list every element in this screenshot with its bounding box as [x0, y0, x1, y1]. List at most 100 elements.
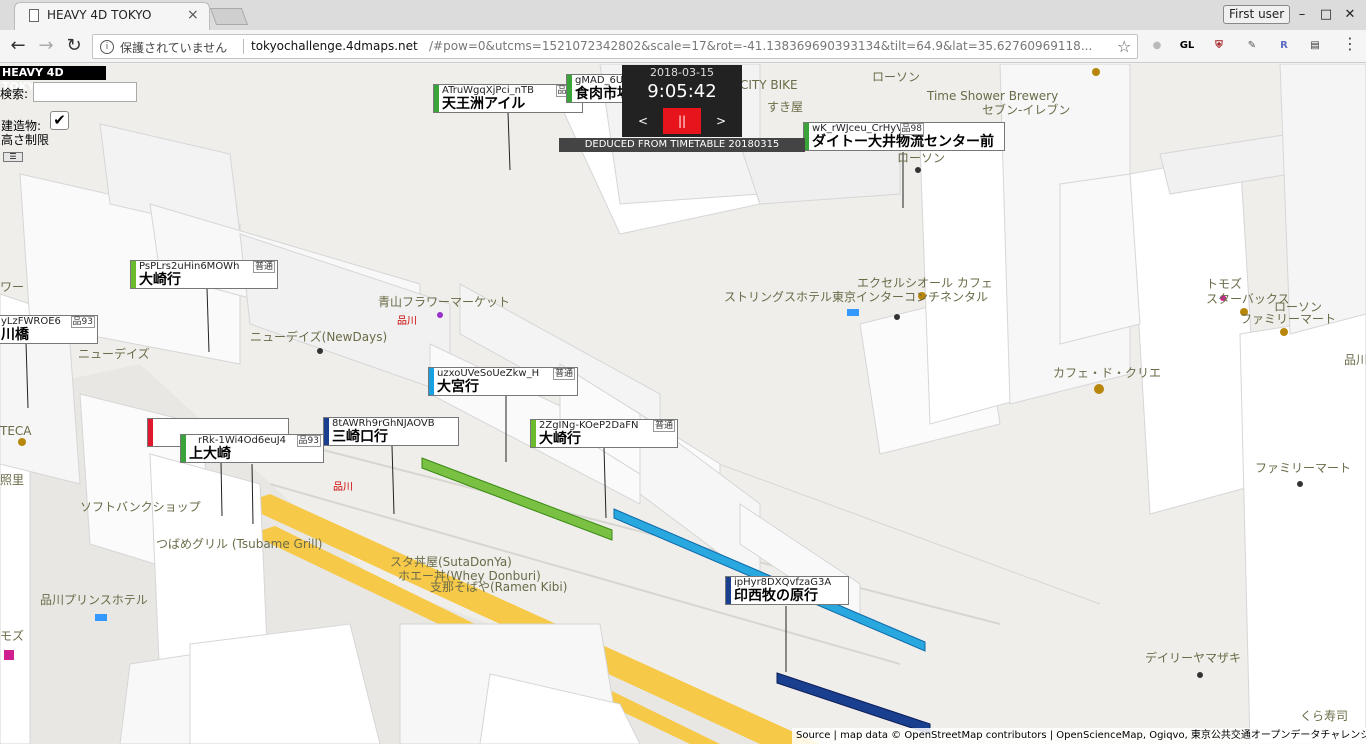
minimize-icon[interactable]: – [1292, 5, 1312, 25]
extension-gl-icon[interactable]: GL [1178, 38, 1196, 54]
train-destination: 大宮行 [437, 379, 479, 395]
train-line-color [434, 85, 439, 112]
maximize-icon[interactable]: □ [1316, 5, 1336, 25]
tab-title: HEAVY 4D TOKYO [47, 8, 152, 22]
train-line-color [131, 261, 136, 288]
train-label[interactable]: 2ZgINg-KOeP2DaFN 大崎行 普通 [530, 419, 678, 448]
map-label-prince-hotel: 品川プリンスホテル [40, 593, 148, 607]
train-label[interactable]: 8tAWRh9rGhNJAOVB 三崎口行 [323, 417, 459, 446]
train-destination: 印西牧の原行 [734, 588, 818, 604]
pause-button[interactable]: || [663, 108, 701, 134]
map-label-tower: ワー [0, 280, 25, 294]
clock-time: 9:05:42 [647, 81, 717, 102]
map-label-ramen-kibi: 支那そばや(Ramen Kibi) [430, 580, 568, 594]
map-label-familymart-2: ファミリーマート [1255, 461, 1352, 475]
map-label-city-bike: CITY BIKE [740, 78, 798, 92]
cast-icon[interactable]: ▤ [1306, 38, 1324, 54]
map-label-sukiya: すき屋 [767, 100, 804, 114]
train-line-color [148, 419, 153, 446]
train-label[interactable]: yLzFWROE6 川橋 品93 [0, 315, 98, 344]
train-label[interactable]: ipHyr8DXQvfzaG3A 印西牧の原行 [725, 576, 849, 605]
buildings-label-line1: 建造物: [1, 119, 42, 133]
extension-circle-icon[interactable]: ● [1148, 38, 1166, 54]
train-destination: 三崎口行 [332, 429, 388, 445]
url-path: /#pow=0&utcms=1521072342802&scale=17&rot… [429, 39, 1093, 53]
train-destination: ダイトー大井物流センター前 [812, 134, 994, 150]
map-label-daily-yamazaki: デイリーヤマザキ [1145, 651, 1242, 665]
map-label-tsubame-grill: つばめグリル (Tsubame Grill) [156, 537, 323, 551]
new-tab-button[interactable] [209, 8, 249, 25]
map-canvas[interactable]: CITY BIKE ローソン Time Shower Brewery セブン-イ… [0, 64, 1366, 744]
train-type-badge: 普通 [652, 420, 675, 432]
train-destination: 天王洲アイル [442, 96, 526, 112]
train-label[interactable]: ATruWgqXjPci_nTB 天王洲アイル 品96 [433, 84, 583, 113]
info-icon[interactable]: i [100, 40, 114, 54]
map-label-lawson-2: ローソン [897, 151, 946, 165]
buildings-label-line2: 高さ制限 [1, 133, 50, 147]
prev-button[interactable]: < [624, 108, 662, 134]
train-label[interactable]: wK_rWJceu_CrHyV ダイトー大井物流センター前 品98 [803, 122, 1005, 151]
buildings-checkbox[interactable]: ✔ [50, 111, 69, 130]
map-label-shinagawa-3: 品川 [1344, 353, 1366, 367]
search-label: 検索: [0, 87, 29, 101]
train-destination: 大崎行 [539, 431, 581, 447]
browser-menu-icon[interactable]: ⋮ [1342, 34, 1358, 53]
separator [243, 39, 244, 54]
profile-button[interactable]: First user [1223, 5, 1291, 24]
map-label-lawson: ローソン [872, 70, 921, 84]
close-window-icon[interactable]: ✕ [1340, 5, 1360, 25]
next-button[interactable]: > [702, 108, 740, 134]
map-label-strings-hotel: ストリングスホテル東京インターコンチネンタル [724, 290, 989, 304]
map-label-cafe-de-crie: カフェ・ド・クリエ [1053, 366, 1162, 380]
map-3d-scene [0, 64, 1366, 744]
train-label[interactable]: PsPLrs2uHin6MOWh 大崎行 普通 [130, 260, 278, 289]
address-toolbar: ← → ↻ i 保護されていません tokyochallenge.4dmaps.… [0, 30, 1366, 63]
back-icon[interactable]: ← [6, 35, 30, 57]
ublock-icon[interactable]: ⛨ [1210, 38, 1228, 54]
security-status: 保護されていません [120, 41, 228, 55]
train-destination: 上大崎 [189, 446, 231, 462]
browser-tab[interactable]: HEAVY 4D TOKYO × [14, 2, 210, 30]
train-line-color [324, 418, 329, 445]
search-input[interactable] [33, 82, 137, 102]
map-attribution[interactable]: Source | map data © OpenStreetMap contri… [792, 728, 1366, 744]
map-label-aoyama-flower: 青山フラワーマーケット [378, 295, 511, 309]
map-label-teriri: 照里 [0, 473, 25, 487]
map-label-familymart: ファミリーマート [1240, 312, 1337, 326]
train-line-color [567, 75, 572, 102]
train-type-badge: 普通 [552, 368, 575, 380]
map-label-newdays-2: ニューデイズ [78, 347, 150, 361]
train-line-color [726, 577, 731, 604]
map-label-kura-sushi: くら寿司 [1300, 709, 1349, 723]
map-label-newdays: ニューデイズ(NewDays) [250, 330, 388, 344]
map-label-shinagawa: 品川 [397, 316, 417, 327]
clock-panel: 2018-03-15 9:05:42 [622, 65, 742, 105]
browser-tab-strip: HEAVY 4D TOKYO × First user – □ ✕ [0, 0, 1366, 30]
train-label[interactable]: uzxoUVeSoUeZkw_H 大宮行 普通 [428, 367, 578, 396]
forward-icon[interactable]: → [34, 35, 58, 57]
timetable-source: DEDUCED FROM TIMETABLE 20180315 [559, 138, 805, 152]
app-title: HEAVY 4D TOKYO [0, 66, 106, 93]
train-type-badge: 品93 [296, 435, 321, 447]
map-label-softbank: ソフトバンクショップ [80, 500, 201, 514]
train-line-color [429, 368, 434, 395]
eyedropper-icon[interactable]: ✎ [1243, 38, 1261, 54]
tab-close-icon[interactable]: × [187, 7, 199, 23]
reload-icon[interactable]: ↻ [62, 35, 86, 57]
menu-toggle-icon[interactable]: ☰ [3, 152, 23, 162]
train-line-color [181, 435, 186, 462]
train-label[interactable]: rRk-1Wi4Od6euJ4 上大崎 品93 [180, 434, 324, 463]
clock-date: 2018-03-15 [650, 66, 714, 79]
train-type-badge: 品98 [899, 123, 924, 135]
train-destination: 川橋 [1, 327, 29, 343]
train-type-badge: 品93 [70, 316, 95, 328]
map-label-seven-eleven: セブン-イレブン [982, 103, 1071, 117]
map-label-shinagawa-2: 品川 [333, 482, 353, 493]
train-destination: 大崎行 [139, 272, 181, 288]
buildings-label: 建造物: 高さ制限 [1, 119, 49, 147]
address-bar[interactable]: i 保護されていません tokyochallenge.4dmaps.net /#… [92, 34, 1138, 59]
map-label-tomods-2: モズ [0, 629, 25, 643]
train-line-color [531, 420, 536, 447]
extension-r-icon[interactable]: R [1275, 38, 1293, 54]
bookmark-star-icon[interactable]: ☆ [1117, 37, 1131, 56]
